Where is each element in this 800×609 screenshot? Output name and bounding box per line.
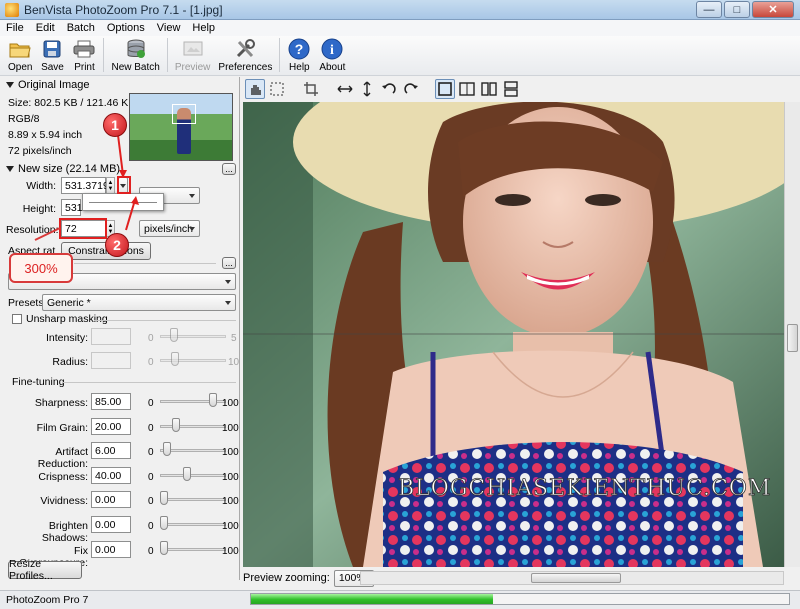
callout-300-percent: 300%	[9, 253, 73, 283]
step-badge-1: 1	[103, 113, 127, 137]
annotation-arrows	[34, 134, 139, 241]
step-badge-2: 2	[105, 233, 129, 257]
